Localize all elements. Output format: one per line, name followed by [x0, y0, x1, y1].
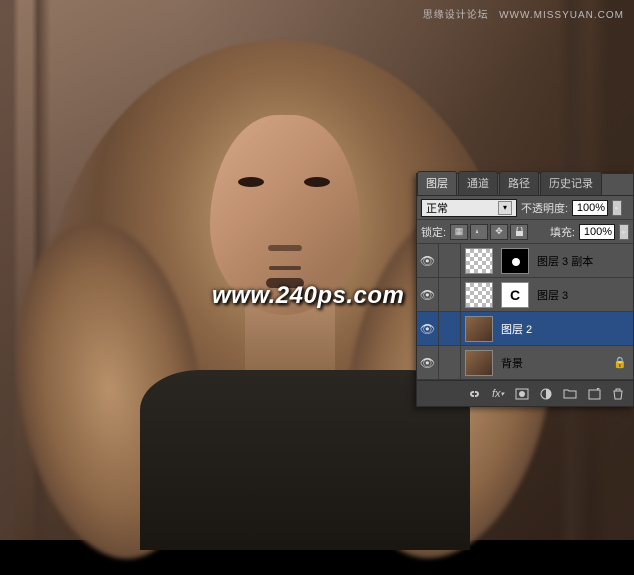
fill-arrow-icon[interactable]: ▸ [619, 224, 629, 240]
layer-thumbnail[interactable] [465, 316, 493, 342]
delete-layer-button[interactable] [607, 384, 629, 404]
layer-row[interactable]: 👁 图层 2 [417, 312, 633, 346]
panel-tabs: 图层 通道 路径 历史记录 [417, 174, 633, 196]
layer-row[interactable]: 👁 图层 3 副本 [417, 244, 633, 278]
layer-row[interactable]: 👁 图层 3 [417, 278, 633, 312]
tab-channels[interactable]: 通道 [458, 171, 498, 195]
layer-thumbnail[interactable] [501, 248, 529, 274]
layers-panel: 图层 通道 路径 历史记录 正常 ▾ 不透明度: 100% ▸ 锁定: ▦ ✥ … [416, 173, 634, 407]
layer-thumbnail[interactable] [501, 282, 529, 308]
opacity-input[interactable]: 100% [572, 200, 608, 216]
fx-button[interactable]: fx▾ [487, 384, 509, 404]
visibility-toggle[interactable]: 👁 [417, 312, 439, 345]
layer-name[interactable]: 图层 2 [497, 321, 633, 337]
fill-input[interactable]: 100% [579, 224, 615, 240]
layer-thumbnail[interactable] [465, 248, 493, 274]
lock-pixels-button[interactable] [470, 224, 488, 240]
link-column [439, 346, 461, 379]
opacity-label: 不透明度: [521, 200, 568, 216]
watermark-top: 思缘设计论坛 WWW.MISSYUAN.COM [417, 6, 624, 21]
watermark-center: www.240ps.com [212, 282, 404, 310]
lock-fill-row: 锁定: ▦ ✥ 填充: 100% ▸ [417, 220, 633, 244]
tab-paths[interactable]: 路径 [499, 171, 539, 195]
link-column [439, 278, 461, 311]
layers-list: 👁 图层 3 副本 👁 图层 3 👁 图层 2 👁 背景🔒 [417, 244, 633, 380]
layer-thumbnail[interactable] [465, 350, 493, 376]
link-column [439, 244, 461, 277]
link-column [439, 312, 461, 345]
layer-name[interactable]: 背景 [497, 355, 613, 371]
layer-row[interactable]: 👁 背景🔒 [417, 346, 633, 380]
lock-buttons: ▦ ✥ [450, 224, 528, 240]
add-mask-button[interactable] [511, 384, 533, 404]
group-button[interactable] [559, 384, 581, 404]
lock-all-button[interactable] [510, 224, 528, 240]
blend-mode-select[interactable]: 正常 ▾ [421, 199, 517, 217]
layer-name[interactable]: 图层 3 [533, 287, 633, 303]
new-layer-button[interactable] [583, 384, 605, 404]
visibility-toggle[interactable]: 👁 [417, 278, 439, 311]
layer-name[interactable]: 图层 3 副本 [533, 253, 633, 269]
lock-icon: 🔒 [613, 356, 627, 369]
visibility-toggle[interactable]: 👁 [417, 346, 439, 379]
blend-mode-value: 正常 [426, 200, 448, 216]
panel-footer: fx▾ [417, 380, 633, 406]
lock-position-button[interactable]: ✥ [490, 224, 508, 240]
blend-opacity-row: 正常 ▾ 不透明度: 100% ▸ [417, 196, 633, 220]
fill-label: 填充: [550, 224, 575, 240]
layer-thumbnail[interactable] [465, 282, 493, 308]
watermark-top-sub: WWW.MISSYUAN.COM [499, 10, 624, 21]
tab-history[interactable]: 历史记录 [540, 171, 602, 195]
link-layers-button[interactable] [463, 384, 485, 404]
tab-layers[interactable]: 图层 [417, 171, 457, 195]
visibility-toggle[interactable]: 👁 [417, 244, 439, 277]
adjustment-layer-button[interactable] [535, 384, 557, 404]
watermark-top-main: 思缘设计论坛 [423, 10, 489, 21]
lock-transparency-button[interactable]: ▦ [450, 224, 468, 240]
opacity-arrow-icon[interactable]: ▸ [612, 200, 622, 216]
chevron-down-icon: ▾ [498, 201, 512, 215]
lock-label: 锁定: [421, 224, 446, 240]
